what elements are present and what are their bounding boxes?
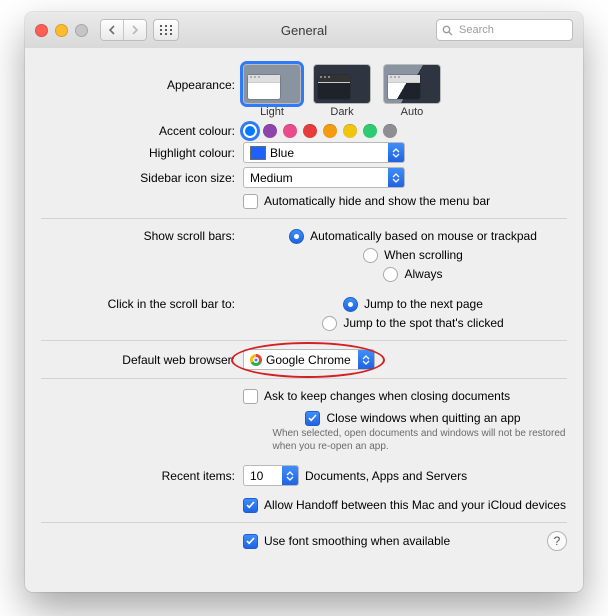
accent-color-dot[interactable] [323, 124, 337, 138]
sidebar-size-value: Medium [244, 171, 388, 185]
appearance-option-dark[interactable]: Dark [313, 64, 371, 118]
accent-color-dot[interactable] [383, 124, 397, 138]
radio-icon [363, 248, 378, 263]
scrollclick-label: Click in the scroll bar to: [25, 295, 243, 311]
accent-color-dot[interactable] [283, 124, 297, 138]
sidebar-size-label: Sidebar icon size: [25, 171, 243, 185]
scrollbars-option-auto[interactable]: Automatically based on mouse or trackpad [289, 227, 537, 245]
recent-items-select[interactable]: 10 [243, 465, 299, 486]
appearance-option-light[interactable]: Light [243, 64, 301, 118]
appearance-label: Appearance: [25, 64, 243, 92]
appearance-options: Light Dark Auto [243, 64, 441, 118]
general-preferences-window: General Appearance: Light Dark Auto [25, 12, 583, 592]
close-windows-quit-hint: When selected, open documents and window… [254, 428, 573, 453]
radio-icon [322, 316, 337, 331]
scrollbars-option-when-scrolling[interactable]: When scrolling [363, 246, 463, 264]
handoff-checkbox[interactable]: Allow Handoff between this Mac and your … [243, 496, 566, 514]
scrollclick-option-next-page[interactable]: Jump to the next page [343, 295, 483, 313]
chrome-icon [250, 354, 262, 366]
autohide-menubar-checkbox[interactable]: Automatically hide and show the menu bar [243, 192, 490, 210]
accent-color-dot[interactable] [263, 124, 277, 138]
recent-items-suffix: Documents, Apps and Servers [305, 469, 467, 483]
accent-color-dot[interactable] [363, 124, 377, 138]
accent-color-dot[interactable] [303, 124, 317, 138]
titlebar: General [25, 12, 583, 49]
scrollclick-options: Jump to the next page Jump to the spot t… [243, 295, 583, 332]
highlight-select[interactable]: Blue [243, 142, 405, 163]
stepper-icon [358, 350, 374, 369]
ask-keep-changes-checkbox[interactable]: Ask to keep changes when closing documen… [243, 387, 510, 405]
accent-colors [243, 124, 397, 138]
recent-items-label: Recent items: [25, 469, 243, 483]
radio-icon [383, 267, 398, 282]
appearance-option-auto[interactable]: Auto [383, 64, 441, 118]
accent-color-dot[interactable] [243, 124, 257, 138]
font-smoothing-checkbox[interactable]: Use font smoothing when available [243, 532, 450, 550]
highlight-label: Highlight colour: [25, 146, 243, 160]
scrollbars-option-always[interactable]: Always [383, 265, 442, 283]
highlight-value: Blue [270, 146, 294, 160]
scrollbars-options: Automatically based on mouse or trackpad… [243, 227, 583, 283]
close-windows-quit-checkbox[interactable]: Close windows when quitting an app [305, 409, 520, 427]
sidebar-size-select[interactable]: Medium [243, 167, 405, 188]
stepper-icon [282, 466, 298, 485]
appearance-caption: Light [243, 106, 301, 118]
accent-color-dot[interactable] [343, 124, 357, 138]
prefs-body: Appearance: Light Dark Auto Accent colou… [25, 48, 583, 592]
stepper-icon [388, 168, 404, 187]
checkbox-icon [243, 194, 258, 209]
window-title: General [25, 23, 583, 38]
scrollclick-option-spot[interactable]: Jump to the spot that's clicked [322, 314, 503, 332]
highlight-swatch-icon [250, 146, 266, 160]
scrollbars-label: Show scroll bars: [25, 227, 243, 243]
autohide-menubar-label: Automatically hide and show the menu bar [264, 194, 490, 208]
appearance-caption: Auto [383, 106, 441, 118]
radio-icon [343, 297, 358, 312]
help-button[interactable]: ? [547, 531, 567, 551]
default-browser-label: Default web browser: [25, 353, 243, 367]
appearance-caption: Dark [313, 106, 371, 118]
default-browser-value: Google Chrome [266, 353, 351, 367]
default-browser-select[interactable]: Google Chrome [243, 349, 375, 370]
radio-icon [289, 229, 304, 244]
stepper-icon [388, 143, 404, 162]
accent-label: Accent colour: [25, 124, 243, 138]
